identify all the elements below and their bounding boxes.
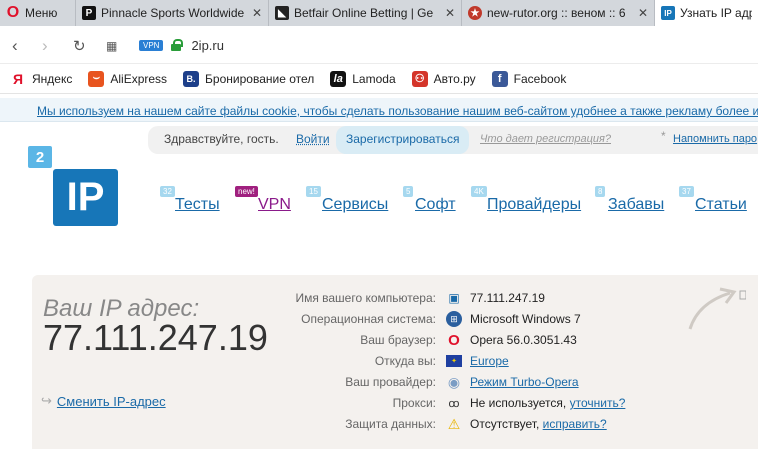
close-icon[interactable]: ✕	[252, 6, 262, 20]
cookie-notice[interactable]: Мы используем на нашем сайте файлы cooki…	[0, 98, 758, 122]
greeting-text: Здравствуйте, гость.	[164, 132, 279, 146]
car-icon: ⚇	[411, 70, 428, 87]
detail-row-browser: Ваш браузер: O Opera 56.0.3051.43	[360, 331, 577, 349]
close-icon[interactable]: ✕	[638, 6, 648, 20]
remind-password-link[interactable]: Напомнить паро	[673, 133, 757, 145]
address-bar: ‹ › ↻ ▦ VPN 2ip.ru	[0, 26, 758, 64]
nav-articles[interactable]: Статьи	[695, 196, 747, 214]
glasses-icon: ꝏ	[448, 397, 460, 410]
lamoda-icon: la	[330, 70, 347, 87]
login-link[interactable]: Войти	[296, 132, 330, 146]
tab-pinnacle[interactable]: P Pinnacle Sports Worldwide ✕	[76, 0, 269, 26]
nav-badge: 15	[306, 186, 321, 197]
url-text[interactable]: 2ip.ru	[191, 38, 224, 53]
reload-icon[interactable]: ↻	[73, 37, 86, 55]
close-icon[interactable]: ✕	[445, 6, 455, 20]
location-link[interactable]: Europe	[470, 354, 509, 368]
register-button[interactable]: Зарегистрироваться	[336, 126, 470, 154]
back-icon[interactable]: ‹	[12, 36, 18, 56]
bookmark-yandex[interactable]: Я Яндекс	[10, 71, 72, 87]
detail-row-os: Операционная система: ⊞ Microsoft Window…	[301, 311, 581, 327]
protection-fix-link[interactable]: исправить?	[543, 417, 607, 431]
tab-2ip[interactable]: IP Узнать IP адрес	[655, 0, 758, 26]
nav-soft[interactable]: Софт	[415, 196, 456, 214]
detail-row-computer: Имя вашего компьютера: ▣ 77.111.247.19	[295, 291, 545, 305]
detail-row-provider: Ваш провайдер: ◉ Режим Turbo-Opera	[345, 373, 579, 390]
registration-info-link[interactable]: Что дает регистрация?	[480, 133, 611, 145]
bookmark-autoru[interactable]: ⚇ Авто.ру	[411, 70, 476, 87]
bookmark-facebook[interactable]: f Facebook	[491, 70, 566, 87]
nav-badge-new: new!	[235, 186, 258, 197]
nav-providers[interactable]: Провайдеры	[487, 196, 581, 214]
url-field[interactable]: VPN 2ip.ru	[139, 35, 739, 55]
opera-icon: O	[448, 331, 460, 349]
logo-big: IP	[53, 169, 118, 226]
tab-strip: O Меню P Pinnacle Sports Worldwide ✕ ◣ B…	[0, 0, 758, 26]
pinnacle-icon: P	[82, 6, 96, 20]
speed-dial-icon[interactable]: ▦	[106, 39, 117, 53]
bookmarks-bar: Я Яндекс ⌣ AliExpress B. Бронирование от…	[0, 64, 758, 94]
nav-fun[interactable]: Забавы	[608, 196, 664, 214]
site-logo[interactable]: 2 IP	[28, 146, 118, 226]
nav-services[interactable]: Сервисы	[322, 196, 388, 214]
forward-icon[interactable]: ›	[42, 36, 48, 56]
windows-icon: ⊞	[446, 311, 462, 327]
detail-row-location: Откуда вы: ✦ Europe	[374, 354, 509, 368]
nav-badge: 32	[160, 186, 175, 197]
login-bar: Здравствуйте, гость. Войти Зарегистриров…	[148, 126, 758, 154]
provider-icon: ◉	[447, 373, 461, 390]
nav-badge: 8	[595, 186, 606, 197]
nav-tests[interactable]: Тесты	[175, 196, 220, 214]
bookmark-booking[interactable]: B. Бронирование отел	[183, 70, 314, 87]
decorative-arrow-icon	[688, 287, 746, 330]
tab-betfair[interactable]: ◣ Betfair Online Betting | Ge ✕	[269, 0, 462, 26]
logo-small: 2	[28, 146, 52, 168]
provider-link[interactable]: Режим Turbo-Opera	[470, 375, 579, 389]
ip-panel: Ваш IP адрес: 77.111.247.19 ↪ Сменить IP…	[32, 275, 758, 449]
computer-icon: ▣	[448, 291, 460, 305]
facebook-icon: f	[491, 70, 508, 87]
bookmark-lamoda[interactable]: la Lamoda	[330, 70, 396, 87]
tab-menu[interactable]: O Меню	[0, 0, 76, 26]
nav-badge: 37	[679, 186, 694, 197]
vpn-badge[interactable]: VPN	[139, 39, 164, 51]
opera-icon: O	[6, 4, 20, 21]
nav-badge: 5	[403, 186, 414, 197]
booking-icon: B.	[183, 70, 200, 87]
ip-favicon-icon: IP	[661, 6, 675, 20]
aliexpress-icon: ⌣	[88, 70, 105, 87]
eu-flag-icon: ✦	[446, 355, 462, 367]
tab-rutor[interactable]: ★ new-rutor.org :: веном :: 6 ✕	[462, 0, 655, 26]
yandex-icon: Я	[12, 70, 24, 87]
warning-icon: ⚠	[447, 415, 461, 432]
bookmark-aliexpress[interactable]: ⌣ AliExpress	[88, 70, 167, 87]
nav-badge: 4K	[471, 186, 487, 197]
detail-row-protection: Защита данных: ⚠ Отсутствует, исправить?	[345, 415, 607, 432]
detail-row-proxy: Прокси: ꝏ Не используется, уточнить?	[392, 396, 626, 410]
asterisk-icon: *	[661, 129, 666, 143]
betfair-icon: ◣	[275, 6, 289, 20]
proxy-clarify-link[interactable]: уточнить?	[570, 396, 626, 410]
lock-icon[interactable]	[171, 39, 184, 51]
nav-vpn[interactable]: VPN	[258, 196, 291, 214]
rutor-icon: ★	[468, 6, 482, 20]
